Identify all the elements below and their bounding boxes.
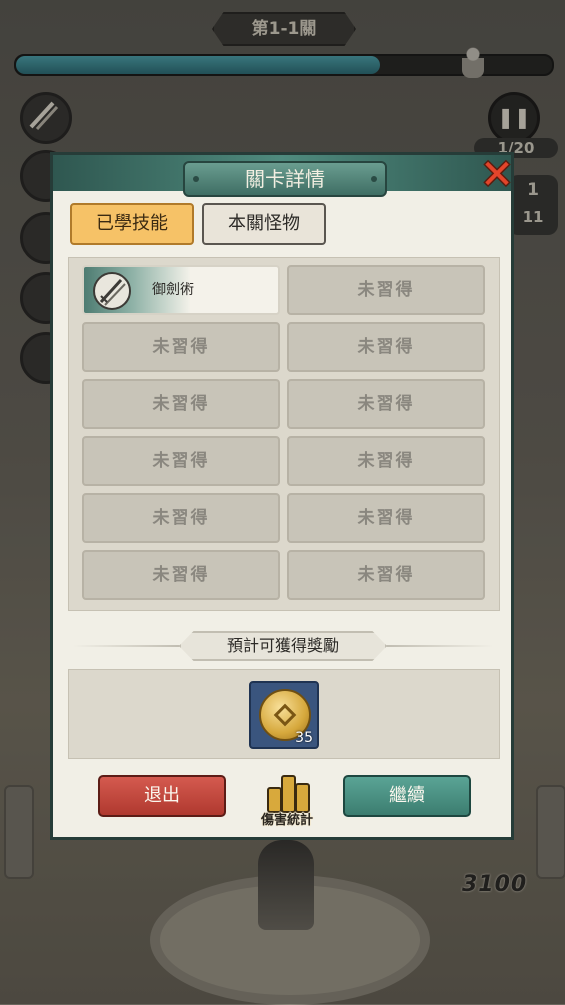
close-button[interactable]: ✕ [475,155,519,195]
tab-stage-monsters[interactable]: 本關怪物 [202,203,326,245]
skill-cell-locked[interactable]: 未習得 [82,322,280,372]
skill-cell-locked[interactable]: 未習得 [287,493,485,543]
skill-cell-locked[interactable]: 未習得 [287,550,485,600]
reward-box: 35 [68,669,500,759]
skill-cell-locked[interactable]: 未習得 [82,379,280,429]
title-deco-left-icon [193,176,199,182]
tab-learned-skills[interactable]: 已學技能 [70,203,194,245]
skill-cell-locked[interactable]: 未習得 [82,436,280,486]
panel-title: 關卡詳情 [245,167,325,191]
skill-cell-locked[interactable]: 未習得 [82,493,280,543]
skill-cell-locked[interactable]: 未習得 [287,322,485,372]
skill-name: 御劍術 [152,282,194,298]
skills-grid: 御劍術 未習得 未習得 未習得 未習得 未習得 未習得 未習得 未習得 未習得 … [68,257,500,611]
title-deco-right-icon [371,176,377,182]
damage-stats-button[interactable]: 傷害統計 [255,771,319,829]
close-icon: ✕ [480,152,514,198]
stage-details-panel: 關卡詳情 ✕ 已學技能 本關怪物 御劍術 未習得 未習得 未習得 未習得 未習得… [50,152,514,840]
skill-cell-locked[interactable]: 未習得 [287,379,485,429]
reward-title: 預計可獲得獎勵 [179,631,387,661]
exit-button[interactable]: 退出 [98,775,226,817]
reward-item[interactable]: 35 [249,681,319,749]
stats-bar-icon [281,775,296,813]
panel-title-plate: 關卡詳情 [183,161,387,197]
skill-cell-locked[interactable]: 未習得 [287,436,485,486]
reward-count: 35 [295,730,313,746]
continue-button[interactable]: 繼續 [343,775,471,817]
skill-cell-locked[interactable]: 未習得 [287,265,485,315]
skill-cell-locked[interactable]: 未習得 [82,550,280,600]
skill-cell-learned[interactable]: 御劍術 [82,265,280,315]
damage-stats-label: 傷害統計 [260,813,313,828]
crossed-swords-icon [93,272,131,310]
